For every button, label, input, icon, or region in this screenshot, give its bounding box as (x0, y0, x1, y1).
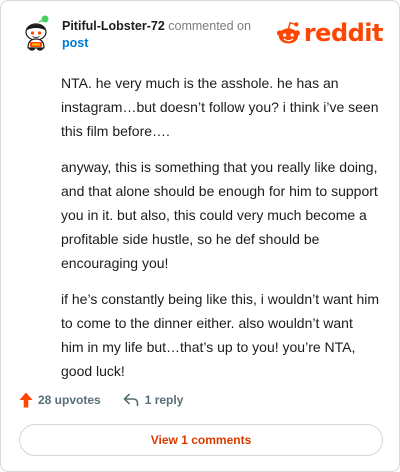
post-link[interactable]: post (62, 35, 251, 52)
upvote-count: 28 upvotes (38, 393, 101, 407)
comment-header: Pitiful-Lobster-72 commented on post red (19, 15, 384, 55)
upvote-button[interactable]: 28 upvotes (19, 392, 101, 408)
comment-body: NTA. he very much is the asshole. he has… (61, 71, 379, 395)
comment-actions: 28 upvotes 1 reply (19, 389, 183, 411)
comment-card: Pitiful-Lobster-72 commented on post red (0, 0, 400, 472)
comment-paragraph: anyway, this is something that you reall… (61, 159, 378, 271)
comment-meta: Pitiful-Lobster-72 commented on post (62, 18, 251, 52)
view-comments-button[interactable]: View 1 comments (19, 424, 383, 456)
comment-paragraph: if he’s constantly being like this, i wo… (61, 291, 380, 379)
reddit-logo-text: reddit (303, 19, 384, 47)
comment-paragraph: NTA. he very much is the asshole. he has… (61, 75, 379, 139)
username-link[interactable]: Pitiful-Lobster-72 (62, 19, 165, 33)
reddit-logo-icon (276, 22, 300, 44)
upvote-arrow-icon (19, 392, 33, 408)
snoo-avatar-icon[interactable] (19, 15, 55, 53)
reply-button[interactable]: 1 reply (123, 393, 184, 407)
reply-arrow-icon (123, 393, 139, 407)
reddit-logo[interactable]: reddit (275, 17, 384, 49)
reply-count: 1 reply (144, 393, 184, 407)
commented-on-text: commented on (168, 19, 251, 33)
